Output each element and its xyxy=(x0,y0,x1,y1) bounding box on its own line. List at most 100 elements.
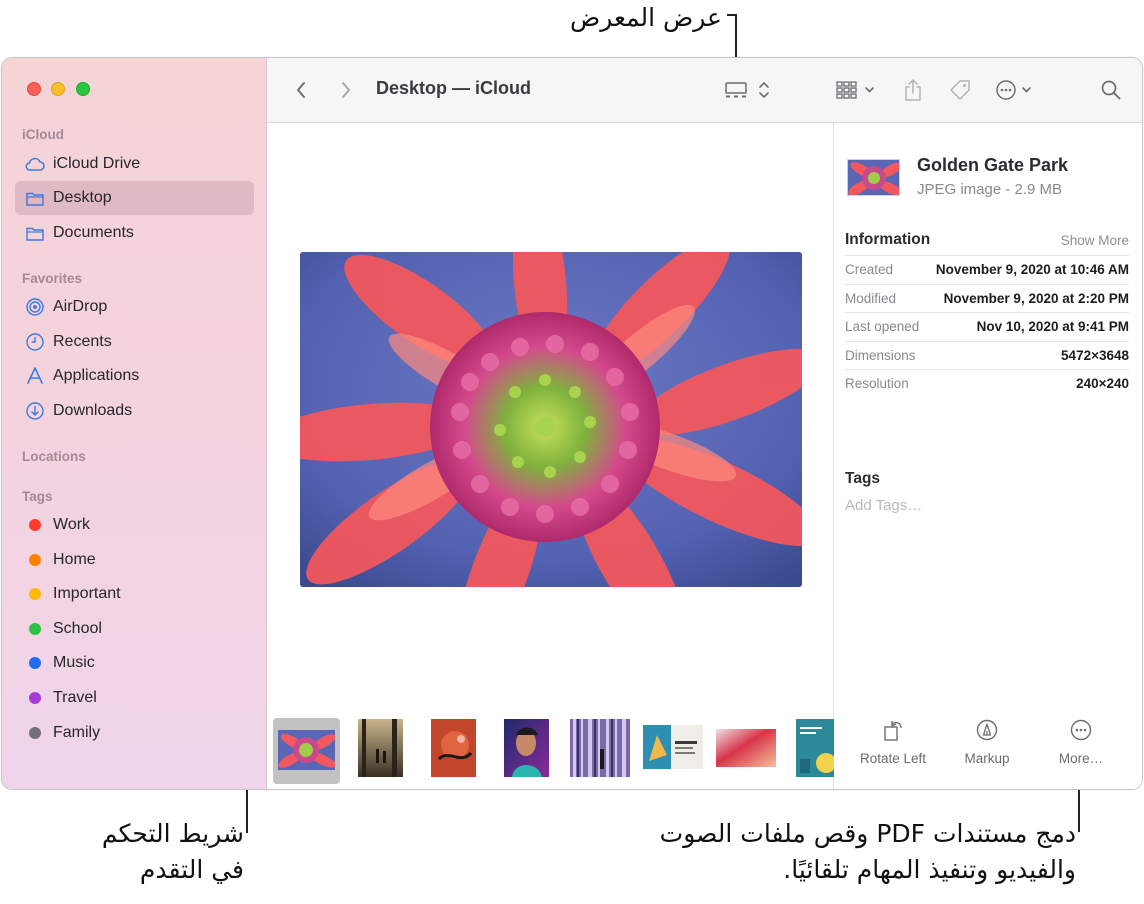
info-row-last-opened: Last opened Nov 10, 2020 at 9:41 PM xyxy=(845,312,1129,341)
more-button[interactable]: More… xyxy=(1031,717,1131,766)
finder-window: iCloud iCloud Drive Desktop Documents Fa… xyxy=(1,57,1143,790)
chevron-right-icon xyxy=(342,82,350,98)
sidebar-item-label: Recents xyxy=(53,333,112,350)
more-label: More… xyxy=(1058,751,1104,766)
info-value: Nov 10, 2020 at 9:41 PM xyxy=(976,319,1129,335)
sidebar-item-airdrop[interactable]: AirDrop xyxy=(15,290,254,324)
clock-icon xyxy=(25,332,45,352)
info-key: Dimensions xyxy=(845,347,916,363)
tag-icon xyxy=(950,80,970,100)
tag-color-dot xyxy=(29,692,41,704)
sidebar-tag-important[interactable]: Important xyxy=(15,577,254,611)
tag-color-dot xyxy=(29,657,41,669)
share-button[interactable] xyxy=(901,76,925,104)
thumbnail-flower[interactable] xyxy=(278,730,335,770)
thumbnail-gradient[interactable] xyxy=(716,729,776,767)
add-tags-field[interactable]: Add Tags… xyxy=(845,497,922,514)
sidebar-tag-home[interactable]: Home xyxy=(15,543,254,577)
sidebar-tag-work[interactable]: Work xyxy=(15,508,254,542)
sidebar-item-documents[interactable]: Documents xyxy=(15,216,254,250)
thumbnail-magazine[interactable] xyxy=(643,725,703,769)
sidebar-item-label: AirDrop xyxy=(53,298,108,315)
sidebar-item-label: Downloads xyxy=(53,402,133,419)
group-grid-icon xyxy=(836,81,874,99)
sidebar-item-label: Home xyxy=(53,551,96,568)
gallery-view xyxy=(267,123,834,789)
download-icon xyxy=(25,401,45,421)
sidebar-tag-music[interactable]: Music xyxy=(15,646,254,680)
sidebar-item-icloud-drive[interactable]: iCloud Drive xyxy=(15,147,254,181)
thumbnail-red-art[interactable] xyxy=(431,719,476,777)
rotate-left-button[interactable]: Rotate Left xyxy=(843,717,943,766)
info-key: Resolution xyxy=(845,376,909,392)
zoom-window-button[interactable] xyxy=(76,82,90,96)
rotate-left-label: Rotate Left xyxy=(859,751,927,766)
info-key: Modified xyxy=(845,290,897,306)
sidebar-item-label: Travel xyxy=(53,689,97,706)
sidebar-item-applications[interactable]: Applications xyxy=(15,359,254,393)
close-window-button[interactable] xyxy=(27,82,41,96)
gallery-view-icon xyxy=(725,82,769,98)
minimize-window-button[interactable] xyxy=(51,82,65,96)
tags-heading: Tags xyxy=(845,470,881,487)
gallery-scrubber[interactable] xyxy=(267,713,834,789)
tag-color-dot xyxy=(29,727,41,739)
markup-label: Markup xyxy=(964,751,1010,766)
callout-scrubber-line2: في التقدم xyxy=(139,855,244,884)
markup-button[interactable]: Markup xyxy=(937,717,1037,766)
info-row-resolution: Resolution 240×240 xyxy=(845,369,1129,398)
airdrop-icon xyxy=(25,297,45,317)
sidebar-item-label: iCloud Drive xyxy=(53,155,141,172)
thumbnail-stripes[interactable] xyxy=(570,719,630,777)
sidebar-section-locations: Locations xyxy=(22,449,86,464)
sidebar-tag-travel[interactable]: Travel xyxy=(15,681,254,715)
info-value: 240×240 xyxy=(1076,376,1129,392)
info-row-modified: Modified November 9, 2020 at 2:20 PM xyxy=(845,283,1129,313)
preview-panel: Golden Gate Park JPEG image - 2.9 MB Inf… xyxy=(835,123,1142,789)
view-mode-button[interactable] xyxy=(723,76,775,104)
info-value: November 9, 2020 at 10:46 AM xyxy=(935,262,1129,278)
sidebar-item-downloads[interactable]: Downloads xyxy=(15,394,254,428)
folder-icon xyxy=(25,188,45,208)
info-row-dimensions: Dimensions 5472×3648 xyxy=(845,340,1129,370)
window-title: Desktop — iCloud xyxy=(376,78,532,98)
info-key: Last opened xyxy=(845,319,920,335)
tag-button[interactable] xyxy=(947,76,973,104)
search-icon xyxy=(1101,80,1121,100)
rotate-left-icon xyxy=(843,717,943,743)
sidebar: iCloud iCloud Drive Desktop Documents Fa… xyxy=(2,58,267,789)
thumbnail-forest[interactable] xyxy=(358,719,403,777)
sidebar-item-label: Applications xyxy=(53,367,140,384)
thumbnail-portrait[interactable] xyxy=(504,719,549,777)
search-button[interactable] xyxy=(1099,76,1123,104)
action-menu-button[interactable] xyxy=(994,76,1038,104)
sidebar-item-label: Work xyxy=(53,516,91,533)
preview-file-name: Golden Gate Park xyxy=(917,155,1069,175)
sidebar-item-recents[interactable]: Recents xyxy=(15,325,254,359)
info-key: Created xyxy=(845,262,894,278)
sidebar-tag-family[interactable]: Family xyxy=(15,716,254,750)
callout-more-line1: دمج مستندات PDF وقص ملفات الصوت xyxy=(659,819,1076,848)
forward-button[interactable] xyxy=(334,76,358,104)
sidebar-tag-school[interactable]: School xyxy=(15,612,254,646)
group-button[interactable] xyxy=(834,76,878,104)
callout-gallery-view: عرض المعرض xyxy=(570,3,722,32)
callout-more: دمج مستندات PDF وقص ملفات الصوت والفيديو… xyxy=(580,816,1076,888)
applications-icon xyxy=(25,366,45,386)
chevron-left-icon xyxy=(297,82,305,98)
back-button[interactable] xyxy=(289,76,313,104)
sidebar-item-label: School xyxy=(53,620,102,637)
callout-scrubber: شريط التحكم في التقدم xyxy=(60,816,244,888)
sidebar-item-desktop[interactable]: Desktop xyxy=(15,181,254,215)
information-heading: Information xyxy=(845,231,931,248)
show-more-link[interactable]: Show More xyxy=(1061,233,1129,248)
sidebar-item-label: Family xyxy=(53,724,101,741)
thumbnail-brochure[interactable] xyxy=(796,719,834,777)
gallery-main-image[interactable] xyxy=(300,252,802,587)
info-value: 5472×3648 xyxy=(1061,347,1129,363)
tag-color-dot xyxy=(29,519,41,531)
markup-icon xyxy=(937,717,1037,743)
info-value: November 9, 2020 at 2:20 PM xyxy=(943,290,1129,306)
sidebar-section-tags: Tags xyxy=(22,489,53,504)
ellipsis-circle-icon xyxy=(996,80,1031,100)
